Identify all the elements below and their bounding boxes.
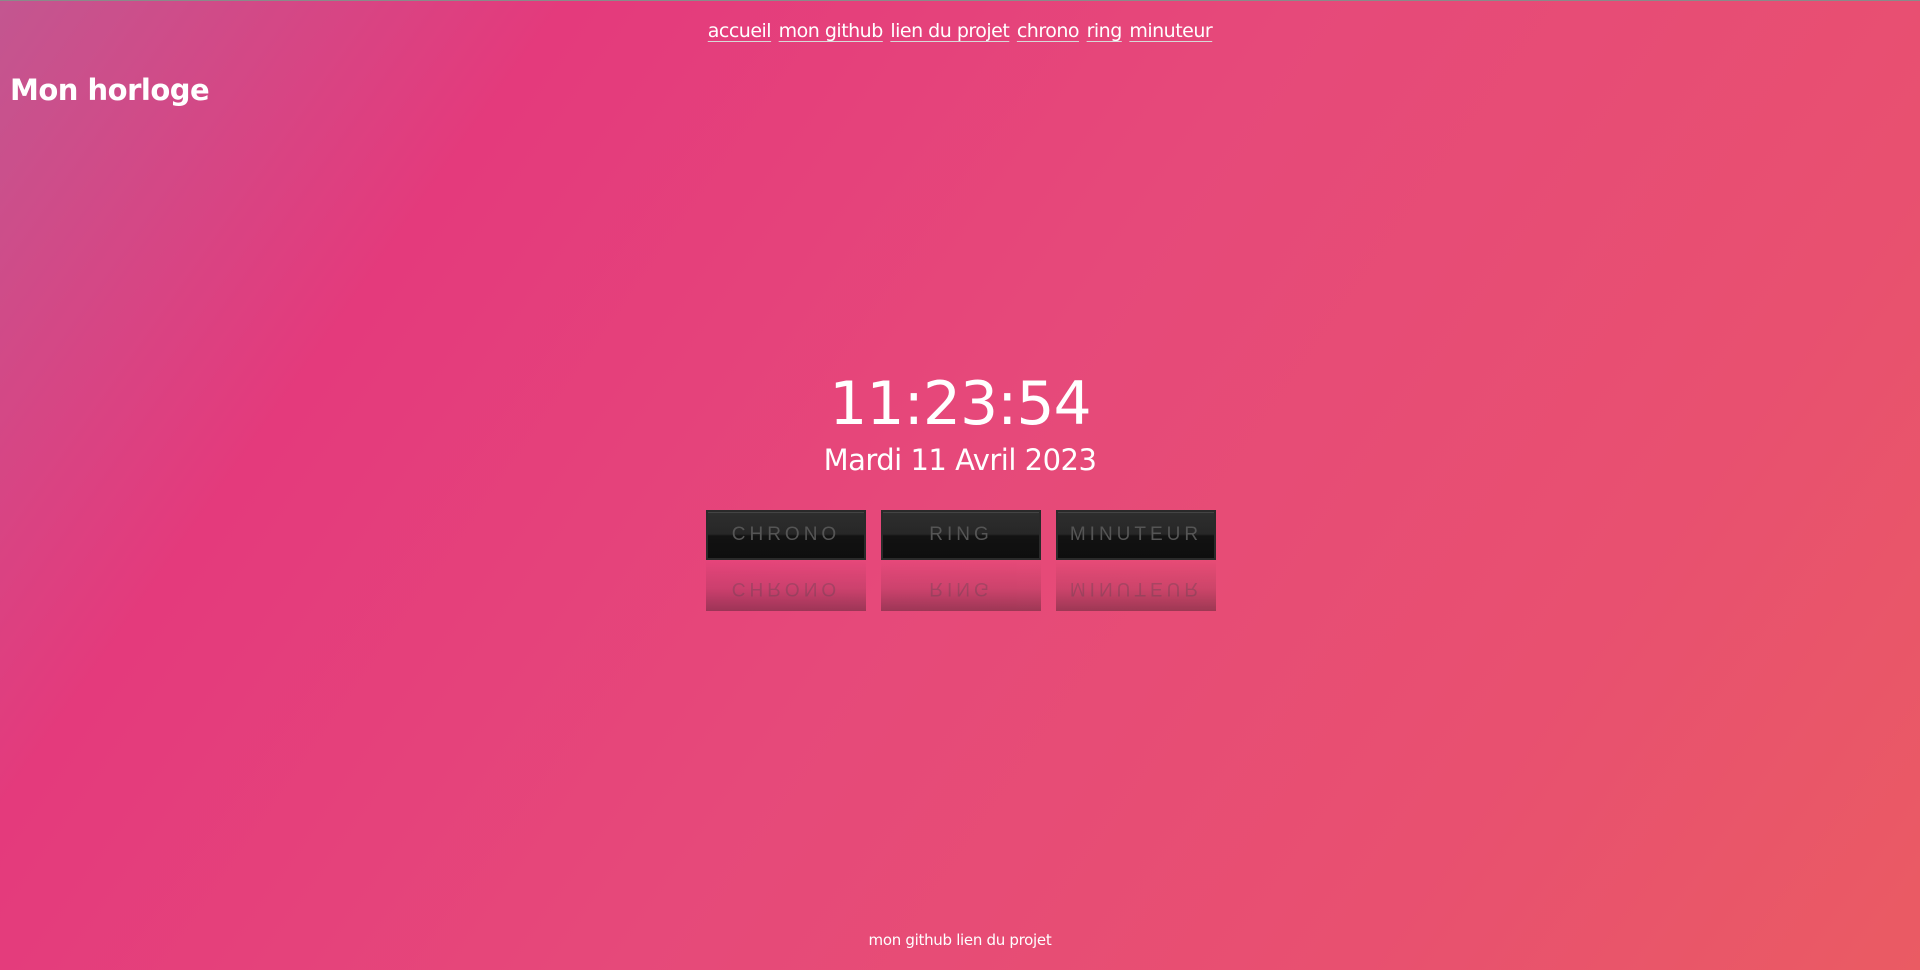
nav-link-minuteur[interactable]: minuteur [1129, 20, 1212, 42]
ring-button-reflection: RING [881, 561, 1041, 611]
nav-link-github[interactable]: mon github [779, 20, 884, 42]
footer-project-link[interactable]: lien du projet [956, 931, 1052, 949]
nav-link-accueil[interactable]: accueil [708, 20, 772, 42]
clock-time: 11:23:54 [829, 369, 1091, 439]
minuteur-button-reflection: MINUTEUR [1056, 561, 1216, 611]
minuteur-button[interactable]: MINUTEUR [1056, 510, 1216, 560]
nav-link-ring[interactable]: ring [1087, 20, 1123, 42]
clock-date: Mardi 11 Avril 2023 [823, 443, 1097, 477]
page-title: Mon horloge [10, 73, 210, 107]
chrono-button-reflection: CHRONO [706, 561, 866, 611]
nav-link-chrono[interactable]: chrono [1017, 20, 1080, 42]
ring-button[interactable]: RING [881, 510, 1041, 560]
top-nav: accueil mon github lien du projet chrono… [0, 19, 1920, 43]
footer-github-link[interactable]: mon github [869, 931, 952, 949]
chrono-button[interactable]: CHRONO [706, 510, 866, 560]
nav-link-project[interactable]: lien du projet [890, 20, 1009, 42]
top-border [0, 0, 1920, 1]
footer: mon github lien du projet [0, 929, 1920, 951]
